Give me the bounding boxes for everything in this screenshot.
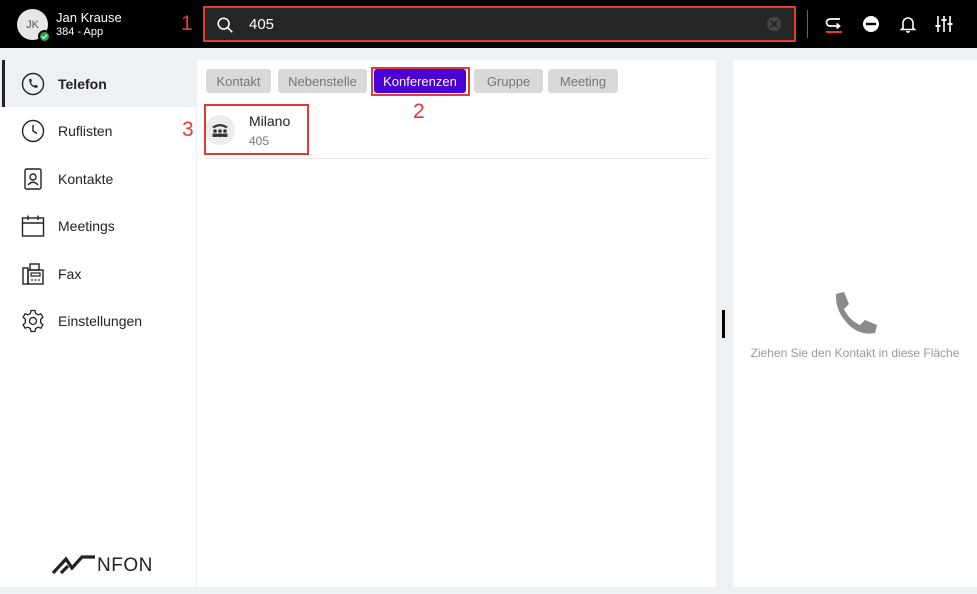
nav-item-kontakte[interactable]: Kontakte: [0, 155, 196, 202]
avatar[interactable]: JK: [17, 9, 51, 43]
sidebar: Telefon Ruflisten Kontakte Meetings Fax …: [0, 60, 196, 587]
search-input[interactable]: [249, 13, 749, 35]
dropzone-panel[interactable]: Ziehen Sie den Kontakt in diese Fläche: [733, 60, 977, 587]
status-available-icon: [38, 30, 51, 43]
toolbar-separator: [807, 10, 808, 38]
annotation-2: 2: [413, 100, 425, 123]
do-not-disturb-icon[interactable]: [861, 14, 881, 34]
nav-item-fax[interactable]: Fax: [0, 250, 196, 297]
nav-label-fax: Fax: [58, 265, 82, 282]
gear-icon: [22, 309, 44, 332]
panel-resize-handle[interactable]: [722, 310, 725, 338]
filter-gruppe[interactable]: Gruppe: [474, 69, 543, 93]
dropzone-text: Ziehen Sie den Kontakt in diese Fläche: [750, 346, 960, 360]
search-icon: [217, 17, 233, 33]
nav-label-kontakte: Kontakte: [58, 170, 114, 187]
user-name: Jan Krause: [56, 10, 122, 25]
filter-kontakt[interactable]: Kontakt: [206, 69, 271, 93]
bell-icon[interactable]: [898, 14, 918, 34]
nav-item-einstellungen[interactable]: Einstellungen: [0, 297, 196, 344]
annotation-frame-filter: [371, 67, 470, 96]
clear-search-icon[interactable]: [766, 16, 782, 32]
phone-icon: [21, 72, 45, 95]
nav-item-telefon[interactable]: Telefon: [0, 60, 196, 107]
nav-label-einstellungen: Einstellungen: [58, 312, 143, 329]
fax-icon: [22, 262, 44, 285]
nfon-logo-text: NFON: [97, 555, 153, 576]
nav-label-telefon: Telefon: [58, 75, 107, 92]
avatar-initials: JK: [26, 18, 39, 31]
call-forward-icon[interactable]: [824, 14, 844, 34]
annotation-frame-result: [204, 104, 309, 155]
calendar-icon: [21, 215, 45, 237]
nav-label-meetings: Meetings: [58, 217, 115, 234]
nav-label-ruflisten: Ruflisten: [58, 122, 113, 139]
nfon-logo: NFON: [52, 552, 152, 578]
search-box[interactable]: [203, 6, 796, 42]
annotation-1: 1: [181, 12, 193, 35]
nfon-logo-mark-icon: [52, 555, 95, 575]
filter-meeting[interactable]: Meeting: [548, 69, 618, 93]
annotation-3: 3: [182, 118, 194, 141]
phone-handset-icon: [835, 292, 877, 334]
clock-icon: [21, 119, 45, 142]
nav-item-ruflisten[interactable]: Ruflisten: [0, 107, 196, 154]
filter-nebenstelle[interactable]: Nebenstelle: [278, 69, 367, 93]
nav-item-meetings[interactable]: Meetings: [0, 202, 196, 249]
contact-card-icon: [24, 167, 42, 190]
settings-sliders-icon[interactable]: [934, 14, 954, 34]
top-bar: JK Jan Krause 384 - App 1: [0, 0, 977, 48]
user-extension: 384 - App: [56, 26, 104, 38]
